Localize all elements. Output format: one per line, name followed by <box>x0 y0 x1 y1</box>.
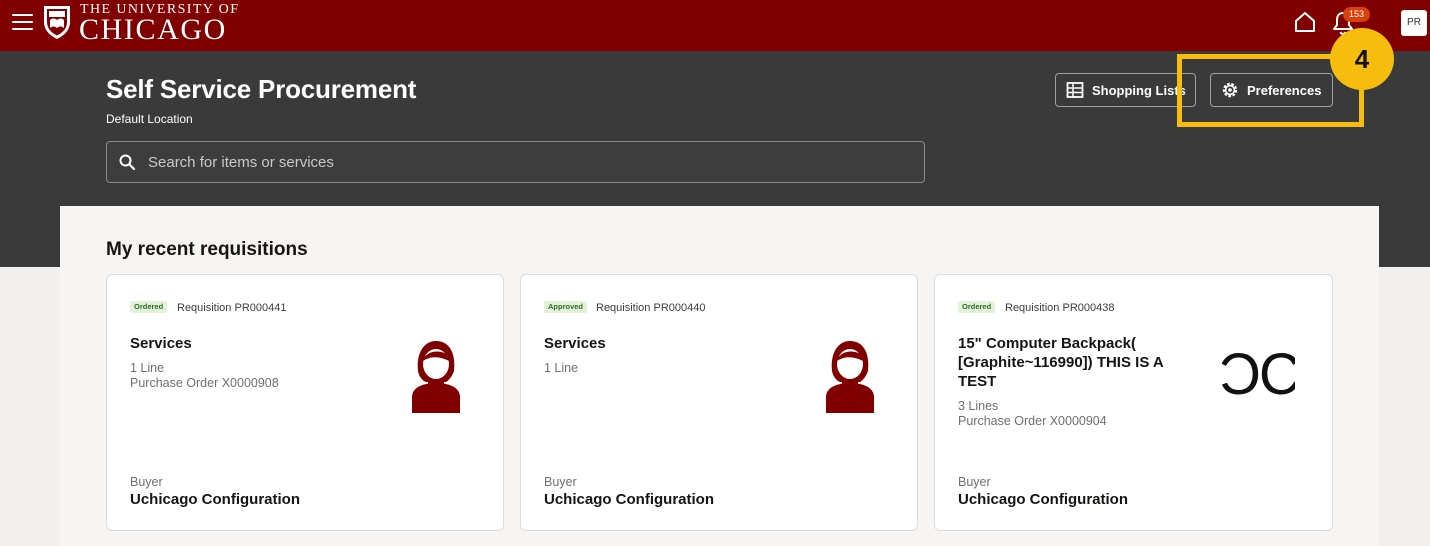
buyer-label: Buyer <box>958 475 991 489</box>
requisition-number: Requisition PR000438 <box>1005 302 1115 314</box>
product-image: ƆCU <box>1219 342 1295 407</box>
page-title: Self Service Procurement <box>106 74 417 104</box>
default-location-link[interactable]: Default Location <box>106 112 193 126</box>
requisition-number: Requisition PR000441 <box>177 302 287 314</box>
requisition-title: 15" Computer Backpack( [Graphite~116990]… <box>958 335 1164 390</box>
notification-count-badge: 153 <box>1343 7 1370 22</box>
requisition-title: Services <box>130 335 192 352</box>
callout-step-number: 4 <box>1330 28 1394 90</box>
hamburger-menu-icon[interactable] <box>12 14 33 30</box>
person-avatar-icon <box>826 341 874 413</box>
logo-main-text[interactable]: CHICAGO <box>79 12 227 48</box>
top-bar: THE UNIVERSITY OF CHICAGO 153 PR <box>0 0 1430 51</box>
shopping-lists-label: Shopping Lists <box>1092 82 1186 98</box>
buyer-label: Buyer <box>130 475 163 489</box>
buyer-name: Uchicago Configuration <box>544 491 714 508</box>
status-badge: Ordered <box>958 301 996 313</box>
line-count: 1 Line <box>544 361 579 375</box>
person-avatar-icon <box>412 341 460 413</box>
requisition-card[interactable]: Ordered Requisition PR000441 Services 1 … <box>106 274 504 531</box>
requisition-card[interactable]: Ordered Requisition PR000438 15" Compute… <box>934 274 1333 531</box>
recent-requisitions-title: My recent requisitions <box>106 239 308 260</box>
status-badge: Approved <box>544 301 588 313</box>
purchase-order-number: Purchase Order X0000904 <box>958 414 1107 428</box>
search-icon[interactable] <box>119 154 135 170</box>
line-count: 1 Line <box>130 361 165 375</box>
user-avatar[interactable]: PR <box>1401 10 1427 36</box>
home-icon[interactable] <box>1293 10 1317 34</box>
search-input[interactable] <box>148 142 908 182</box>
requisition-card[interactable]: Approved Requisition PR000440 Services 1… <box>520 274 918 531</box>
shopping-lists-button[interactable]: Shopping Lists <box>1055 73 1196 107</box>
buyer-name: Uchicago Configuration <box>130 491 300 508</box>
table-grid-icon <box>1066 82 1084 98</box>
buyer-label: Buyer <box>544 475 577 489</box>
purchase-order-number: Purchase Order X0000908 <box>130 376 279 390</box>
status-badge: Ordered <box>130 301 168 313</box>
buyer-name: Uchicago Configuration <box>958 491 1128 508</box>
line-count: 3 Lines <box>958 399 999 413</box>
university-crest-icon[interactable] <box>42 4 72 40</box>
search-bar <box>106 141 925 183</box>
requisition-title: Services <box>544 335 606 352</box>
requisition-number: Requisition PR000440 <box>596 302 706 314</box>
